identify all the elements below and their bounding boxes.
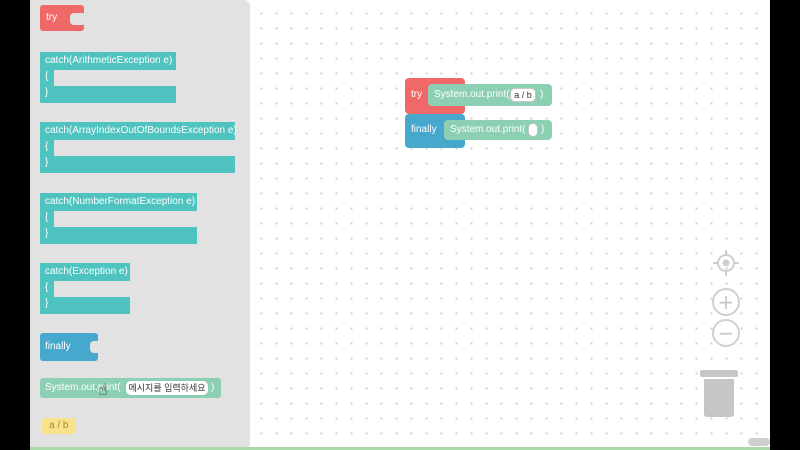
try-label: try (411, 89, 423, 100)
toolbox-try-block[interactable]: try (40, 5, 86, 31)
expr-label: a / b (49, 420, 69, 431)
close-brace: } (45, 87, 49, 98)
workspace-canvas[interactable]: try System.out.print( a / b ) finally Sy… (250, 0, 770, 450)
catch-footer: } (40, 227, 197, 244)
close-brace: } (45, 228, 49, 239)
toolbox-print-block[interactable]: System.out.print( 메시지를 입력하세요 ) (40, 378, 221, 398)
toolbox-catch-arithmetic-block[interactable]: catch(ArithmeticException e) (40, 52, 176, 70)
open-brace: { (45, 141, 49, 152)
toolbox-catch-numberformat-block[interactable]: catch(NumberFormatException e) (40, 193, 197, 211)
catch-footer: } (40, 86, 176, 103)
catch-footer: } (40, 156, 235, 173)
catch-header: catch(Exception e) (45, 266, 128, 277)
finally-label: finally (411, 124, 437, 135)
block-flyout[interactable]: try catch(ArithmeticException e) { } cat… (30, 0, 250, 450)
open-brace: { (45, 212, 49, 223)
catch-footer: } (40, 297, 130, 314)
toolbox-catch-exception-block[interactable]: catch(Exception e) (40, 263, 130, 281)
catch-body-bar: { (40, 70, 54, 86)
message-input[interactable]: 메시지를 입력하세요 (126, 381, 208, 395)
minus-glyph: − (717, 321, 735, 345)
catch-body-bar: { (40, 211, 54, 227)
trash-body (704, 379, 734, 417)
open-brace: { (45, 71, 49, 82)
zoom-out-icon[interactable]: − (712, 319, 740, 347)
close-brace: } (45, 157, 49, 168)
catch-body-bar: { (40, 281, 54, 297)
print-arg-slot[interactable] (528, 123, 538, 137)
hand-cursor-icon: ☝ (98, 380, 108, 399)
plus-glyph: + (717, 290, 735, 314)
open-brace: { (45, 282, 49, 293)
blockly-editor: try catch(ArithmeticException e) { } cat… (30, 0, 770, 450)
finally-label: finally (45, 341, 71, 352)
toolbox-finally-block[interactable]: finally (40, 333, 104, 361)
try-label: try (46, 12, 58, 23)
block-notch (90, 341, 104, 353)
print-close-paren: ) (541, 124, 545, 135)
recenter-icon[interactable] (712, 249, 740, 277)
print-label: System.out.print( (434, 89, 510, 100)
zoom-in-icon[interactable]: + (712, 288, 740, 316)
workspace-try-print-block[interactable]: System.out.print( a / b ) (428, 84, 552, 106)
catch-header: catch(ArithmeticException e) (45, 55, 173, 66)
print-close-paren: ) (540, 89, 544, 100)
print-close-paren: ) (211, 382, 215, 393)
workspace-finally-print-block[interactable]: System.out.print( ) (444, 120, 552, 140)
print-label: System.out.print( (45, 382, 121, 393)
close-brace: } (45, 298, 49, 309)
horizontal-scrollbar[interactable] (748, 438, 770, 446)
print-arg-slot[interactable]: a / b (510, 88, 536, 102)
trash-lid (700, 370, 738, 377)
print-label: System.out.print( (450, 124, 526, 135)
catch-body-bar: { (40, 140, 54, 156)
catch-header: catch(ArrayIndexOutOfBoundsException e) (45, 125, 237, 136)
toolbox-expr-block[interactable]: a / b (42, 418, 76, 434)
block-notch (70, 13, 86, 25)
catch-header: catch(NumberFormatException e) (45, 196, 196, 207)
toolbox-catch-arrayindex-block[interactable]: catch(ArrayIndexOutOfBoundsException e) (40, 122, 237, 140)
